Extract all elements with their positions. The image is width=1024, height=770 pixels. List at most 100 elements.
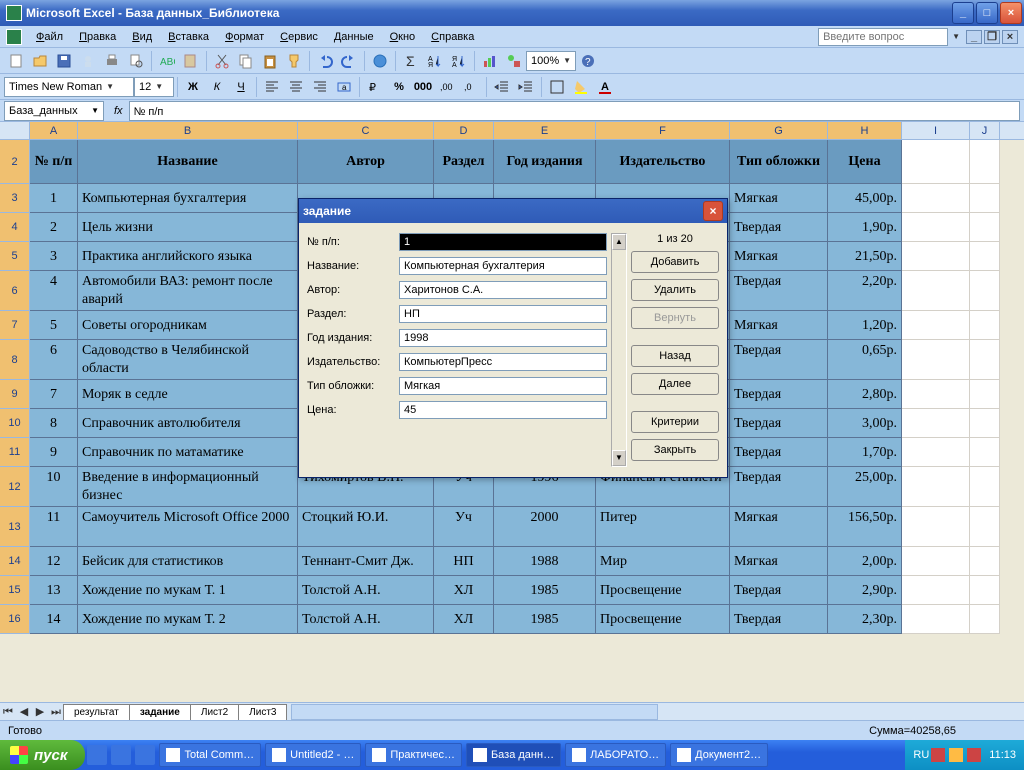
- cell[interactable]: [902, 438, 970, 467]
- cell[interactable]: 1,70р.: [828, 438, 902, 467]
- cell[interactable]: [902, 605, 970, 634]
- criteria-button[interactable]: Критерии: [631, 411, 719, 433]
- field-input[interactable]: [399, 281, 607, 299]
- cell[interactable]: Хождение по мукам Т. 1: [78, 576, 298, 605]
- menu-Вид[interactable]: Вид: [124, 29, 160, 45]
- cell[interactable]: Твердая: [730, 605, 828, 634]
- taskbar-button[interactable]: Практичес…: [365, 743, 462, 767]
- help-dropdown-icon[interactable]: ▼: [952, 32, 960, 41]
- formula-input[interactable]: № п/п: [129, 101, 1020, 121]
- cell[interactable]: Мягкая: [730, 547, 828, 576]
- col-header-A[interactable]: A: [30, 122, 78, 139]
- tray-icon[interactable]: [967, 748, 981, 762]
- cell[interactable]: [902, 380, 970, 409]
- menu-Файл[interactable]: Файл: [28, 29, 71, 45]
- sheet-tab[interactable]: Лист2: [190, 704, 239, 720]
- font-size-select[interactable]: 12▼: [134, 77, 174, 97]
- cell[interactable]: № п/п: [30, 140, 78, 184]
- row-header[interactable]: 5: [0, 242, 30, 271]
- tab-nav-last[interactable]: ⏭: [48, 704, 64, 720]
- cell[interactable]: Хождение по мукам Т. 2: [78, 605, 298, 634]
- cell[interactable]: 2,90р.: [828, 576, 902, 605]
- menu-Формат[interactable]: Формат: [217, 29, 272, 45]
- cell[interactable]: [902, 467, 970, 507]
- cell[interactable]: Автомобили ВАЗ: ремонт после аварий: [78, 271, 298, 311]
- cell[interactable]: Цель жизни: [78, 213, 298, 242]
- cell[interactable]: Толстой А.Н.: [298, 576, 434, 605]
- redo-button[interactable]: [338, 50, 360, 72]
- cell[interactable]: 2: [30, 213, 78, 242]
- cell[interactable]: 1: [30, 184, 78, 213]
- cell[interactable]: [970, 340, 1000, 380]
- field-input[interactable]: [399, 233, 607, 251]
- help-search-input[interactable]: [818, 28, 948, 46]
- cell[interactable]: 1,90р.: [828, 213, 902, 242]
- print-preview-button[interactable]: [125, 50, 147, 72]
- doc-minimize-button[interactable]: _: [966, 30, 982, 44]
- cell[interactable]: 3: [30, 242, 78, 271]
- cell[interactable]: 11: [30, 507, 78, 547]
- col-header-F[interactable]: F: [596, 122, 730, 139]
- cell[interactable]: 5: [30, 311, 78, 340]
- paste-button[interactable]: [259, 50, 281, 72]
- cell[interactable]: Мягкая: [730, 242, 828, 271]
- row-header[interactable]: 13: [0, 507, 30, 547]
- cell[interactable]: Теннант-Смит Дж.: [298, 547, 434, 576]
- field-input[interactable]: [399, 353, 607, 371]
- cell[interactable]: Толстой А.Н.: [298, 605, 434, 634]
- cell[interactable]: [902, 576, 970, 605]
- underline-button[interactable]: Ч: [230, 76, 252, 98]
- field-input[interactable]: [399, 329, 607, 347]
- cell[interactable]: Твердая: [730, 380, 828, 409]
- format-painter-button[interactable]: [283, 50, 305, 72]
- row-header[interactable]: 8: [0, 340, 30, 380]
- cell[interactable]: Просвещение: [596, 576, 730, 605]
- name-box[interactable]: База_данных▼: [4, 101, 104, 121]
- cell[interactable]: [970, 184, 1000, 213]
- cell[interactable]: ХЛ: [434, 605, 494, 634]
- print-button[interactable]: [101, 50, 123, 72]
- cell[interactable]: Справочник автолюбителя: [78, 409, 298, 438]
- cell[interactable]: [902, 140, 970, 184]
- cell[interactable]: 2000: [494, 507, 596, 547]
- cell[interactable]: Издательство: [596, 140, 730, 184]
- cell[interactable]: Цена: [828, 140, 902, 184]
- cell[interactable]: [970, 547, 1000, 576]
- cell[interactable]: [902, 242, 970, 271]
- sort-desc-button[interactable]: ЯA: [448, 50, 470, 72]
- cell[interactable]: 4: [30, 271, 78, 311]
- align-left-button[interactable]: [261, 76, 283, 98]
- save-button[interactable]: [53, 50, 75, 72]
- percent-button[interactable]: %: [388, 76, 410, 98]
- drawing-button[interactable]: [503, 50, 525, 72]
- font-name-select[interactable]: Times New Roman▼: [4, 77, 134, 97]
- tab-nav-prev[interactable]: ◀: [16, 704, 32, 720]
- dec-decimal-button[interactable]: ,0: [460, 76, 482, 98]
- dialog-close-button[interactable]: ×: [703, 201, 723, 221]
- add-button[interactable]: Добавить: [631, 251, 719, 273]
- row-header[interactable]: 6: [0, 271, 30, 311]
- col-header-H[interactable]: H: [828, 122, 902, 139]
- cell[interactable]: [902, 271, 970, 311]
- fx-icon[interactable]: fx: [114, 105, 123, 117]
- cell[interactable]: 9: [30, 438, 78, 467]
- cell[interactable]: 6: [30, 340, 78, 380]
- cell[interactable]: [902, 340, 970, 380]
- row-header[interactable]: 12: [0, 467, 30, 507]
- field-input[interactable]: [399, 305, 607, 323]
- cell[interactable]: Твердая: [730, 467, 828, 507]
- currency-button[interactable]: ₽: [364, 76, 386, 98]
- menu-Правка[interactable]: Правка: [71, 29, 124, 45]
- cell[interactable]: Твердая: [730, 340, 828, 380]
- language-indicator[interactable]: RU: [913, 749, 929, 761]
- cell[interactable]: Справочник по матаматике: [78, 438, 298, 467]
- tab-nav-next[interactable]: ▶: [32, 704, 48, 720]
- cell[interactable]: 2,80р.: [828, 380, 902, 409]
- row-header[interactable]: 9: [0, 380, 30, 409]
- doc-close-button[interactable]: ×: [1002, 30, 1018, 44]
- horizontal-scrollbar[interactable]: [291, 704, 1024, 720]
- start-button[interactable]: пуск: [0, 740, 85, 770]
- taskbar-button[interactable]: ЛАБОРАТО…: [565, 743, 666, 767]
- sheet-tab[interactable]: Лист3: [238, 704, 287, 720]
- cell[interactable]: 8: [30, 409, 78, 438]
